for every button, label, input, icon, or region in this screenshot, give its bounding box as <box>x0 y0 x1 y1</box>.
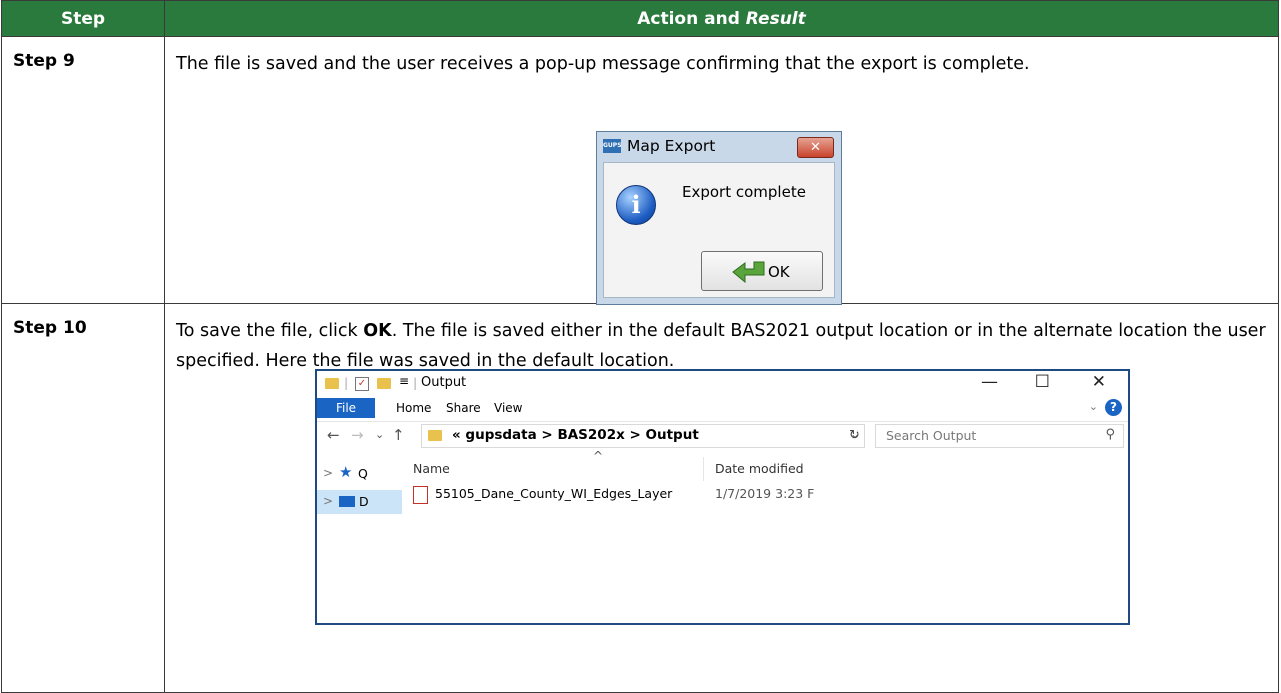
forward-arrow-icon[interactable]: → <box>351 426 364 444</box>
green-arrow-icon <box>732 261 765 283</box>
table-row: Step 10 To save the file, click OK. The … <box>1 303 1279 693</box>
ok-button-label: OK <box>768 263 790 281</box>
nav-item-label: D <box>359 494 369 509</box>
window-title: Output <box>421 375 467 390</box>
ribbon: File Home Share View ⌄ ? <box>317 397 1128 421</box>
explorer-titlebar: | ✓ ≡ | Output — ☐ ✕ <box>317 371 1128 397</box>
expand-icon[interactable]: > <box>323 494 333 508</box>
navigation-pane: > ★ Q > D <box>317 449 402 623</box>
star-icon: ★ <box>339 463 353 481</box>
expand-icon[interactable]: > <box>323 466 333 480</box>
refresh-icon[interactable]: ↻ <box>849 428 860 443</box>
step-text-part: To save the file, click <box>176 321 364 341</box>
step-label: Step 9 <box>1 36 165 304</box>
dialog-title: Map Export <box>627 137 716 155</box>
recent-dropdown-icon[interactable]: ⌄ <box>375 428 384 441</box>
sort-up-icon: ^ <box>593 449 604 463</box>
dialog-titlebar: GUPS Map Export ✕ <box>597 132 841 162</box>
properties-icon[interactable]: ✓ <box>355 377 369 391</box>
action-cell: To save the file, click OK. The file is … <box>164 303 1279 693</box>
nav-item-label: Q <box>358 466 368 481</box>
column-header-name[interactable]: Name <box>413 461 450 476</box>
column-divider <box>703 457 704 481</box>
step-label: Step 10 <box>1 303 165 693</box>
table-row: Step 9 The file is saved and the user re… <box>1 36 1279 305</box>
new-folder-icon[interactable] <box>377 378 391 389</box>
map-export-dialog: GUPS Map Export ✕ i Export complete OK <box>596 131 842 305</box>
address-row: ← → ⌄ ↑ « gupsdata > BAS202x > Output ⌄ … <box>317 421 1128 450</box>
customize-dropdown-icon[interactable]: ≡ <box>399 374 409 388</box>
help-icon[interactable]: ? <box>1105 399 1122 416</box>
close-button[interactable]: ✕ <box>797 137 834 158</box>
back-arrow-icon[interactable]: ← <box>327 426 340 444</box>
ok-emphasis: OK <box>363 321 392 341</box>
step-text: The file is saved and the user receives … <box>176 54 1030 74</box>
action-header-label: Action and <box>637 8 746 29</box>
dialog-message: Export complete <box>682 183 806 201</box>
chevron-down-icon[interactable]: ⌄ <box>1089 400 1098 413</box>
nav-item-quick-access[interactable]: > ★ Q <box>317 463 402 487</box>
procedure-table: Step Action and Result Step 9 The file i… <box>1 0 1279 693</box>
tab-share[interactable]: Share <box>446 401 481 415</box>
search-icon: ⚲ <box>1105 427 1115 442</box>
dialog-body: i Export complete OK <box>603 162 835 298</box>
table-row[interactable]: 55105_Dane_County_WI_Edges_Layer 1/7/201… <box>413 485 1113 505</box>
info-icon: i <box>616 185 656 225</box>
file-date: 1/7/2019 3:23 F <box>715 486 815 501</box>
tab-view[interactable]: View <box>494 401 522 415</box>
column-header-date[interactable]: Date modified <box>715 461 804 476</box>
minimize-icon[interactable]: — <box>981 372 998 392</box>
folder-icon <box>428 430 442 441</box>
close-icon[interactable]: ✕ <box>1092 372 1106 392</box>
address-bar[interactable]: « gupsdata > BAS202x > Output ⌄ <box>421 424 865 448</box>
separator: | <box>413 375 418 390</box>
tab-home[interactable]: Home <box>396 401 431 415</box>
address-path: « gupsdata > BAS202x > Output <box>452 427 699 443</box>
nav-item-desktop[interactable]: > D <box>317 490 402 514</box>
separator: | <box>344 375 349 390</box>
file-name: 55105_Dane_County_WI_Edges_Layer <box>435 486 673 501</box>
desktop-icon <box>339 496 355 507</box>
maximize-icon[interactable]: ☐ <box>1035 372 1050 392</box>
file-explorer-window: | ✓ ≡ | Output — ☐ ✕ File Home Share Vie… <box>315 369 1130 625</box>
pdf-file-icon <box>413 486 428 504</box>
action-header: Action and Result <box>164 0 1279 37</box>
search-placeholder: Search Output <box>886 428 977 443</box>
app-icon: GUPS <box>603 139 622 153</box>
result-header-label: Result <box>745 8 806 29</box>
ok-button[interactable]: OK <box>701 251 823 291</box>
folder-icon <box>325 378 339 389</box>
step-text: To save the file, click OK. The file is … <box>176 316 1268 376</box>
up-arrow-icon[interactable]: ↑ <box>392 426 405 444</box>
search-input[interactable]: Search Output ⚲ <box>875 424 1124 448</box>
step-header: Step <box>1 0 165 37</box>
tab-file[interactable]: File <box>317 398 375 418</box>
header-row: Step Action and Result <box>1 0 1279 37</box>
action-cell: The file is saved and the user receives … <box>164 36 1279 305</box>
